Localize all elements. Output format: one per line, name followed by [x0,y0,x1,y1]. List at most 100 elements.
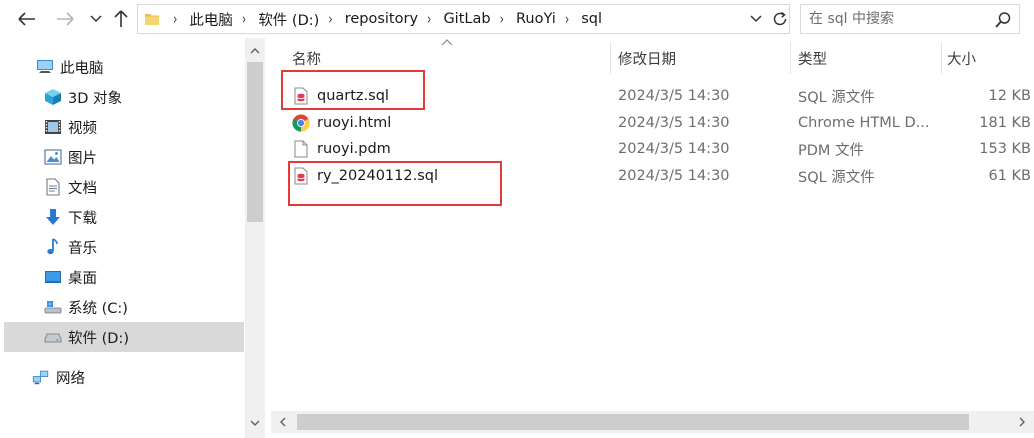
file-row[interactable]: ruoyi.pdm 2024/3/5 14:30 PDM 文件 153 KB [285,136,1034,162]
sort-ascending-icon [441,39,453,46]
file-row[interactable]: ruoyi.html 2024/3/5 14:30 Chrome HTML D.… [285,110,1034,136]
file-name-cell: ruoyi.pdm [291,136,591,162]
network-icon [32,368,50,386]
scrollbar-thumb[interactable] [247,62,263,222]
file-name-cell: quartz.sql [291,83,591,109]
column-divider[interactable] [790,42,791,74]
file-size: 181 KB [979,115,1031,131]
folder-icon [145,14,159,25]
address-dropdown-button[interactable] [749,12,763,26]
nav-item-label: 视频 [68,120,97,137]
nav-item-label: 桌面 [68,270,97,287]
column-header-name[interactable]: 名称 [292,46,321,70]
pictures-icon [44,148,62,166]
nav-item-music[interactable]: 音乐 [4,232,244,262]
file-type: SQL 源文件 [798,169,875,186]
3d-objects-icon [44,88,62,106]
column-header-modified[interactable]: 修改日期 [618,46,676,70]
address-bar[interactable]: › 此电脑 › 软件 (D:) › repository › GitLab › … [137,4,790,34]
nav-item-documents[interactable]: 文档 [4,172,244,202]
file-row[interactable]: ry_20240112.sql 2024/3/5 14:30 SQL 源文件 6… [285,163,1034,189]
video-icon [44,118,62,136]
breadcrumb-separator[interactable]: › [500,10,504,28]
chevron-down-icon [750,15,762,23]
sql-file-icon [291,166,311,186]
forward-button[interactable] [54,8,76,30]
up-button[interactable] [110,8,132,30]
breadcrumb: › 此电脑 › 软件 (D:) › repository › GitLab › … [164,5,602,33]
nav-vertical-scrollbar[interactable] [245,38,265,438]
breadcrumb-separator[interactable]: › [328,10,332,28]
nav-item-label: 软件 (D:) [68,330,129,347]
arrow-up-icon [114,10,128,27]
nav-item-label: 下载 [68,210,97,227]
chevron-left-icon [280,417,286,427]
breadcrumb-separator[interactable]: › [565,10,569,28]
file-type: Chrome HTML D... [798,115,930,131]
file-type: SQL 源文件 [798,89,875,106]
nav-item-3d-objects[interactable]: 3D 对象 [4,82,244,112]
file-name-cell: ry_20240112.sql [291,163,591,189]
file-type: PDM 文件 [798,142,865,159]
nav-item-desktop[interactable]: 桌面 [4,262,244,292]
scroll-left-button[interactable] [276,415,290,429]
scroll-up-button[interactable] [248,44,262,58]
file-size: 61 KB [988,168,1031,184]
breadcrumb-repository[interactable]: repository [345,11,418,27]
nav-item-label: 音乐 [68,240,97,257]
file-modified: 2024/3/5 14:30 [618,141,730,157]
column-divider[interactable] [941,42,942,74]
breadcrumb-sql[interactable]: sql [581,11,602,27]
blank-file-icon [291,139,311,159]
nav-item-label: 网络 [56,370,85,387]
file-size: 12 KB [988,88,1031,104]
scrollbar-thumb[interactable] [297,414,969,430]
nav-item-videos[interactable]: 视频 [4,112,244,142]
file-row[interactable]: quartz.sql 2024/3/5 14:30 SQL 源文件 12 KB [285,83,1034,109]
nav-item-pictures[interactable]: 图片 [4,142,244,172]
breadcrumb-this-pc[interactable]: 此电脑 [189,9,233,30]
column-header-size[interactable]: 大小 [947,46,976,70]
nav-item-network[interactable]: 网络 [4,362,244,392]
refresh-icon [773,11,787,26]
arrow-left-icon [18,12,35,26]
search-input[interactable] [809,5,989,33]
file-modified: 2024/3/5 14:30 [618,168,730,184]
chevron-right-icon [1019,417,1025,427]
nav-item-this-pc[interactable]: 此电脑 [4,52,244,82]
back-button[interactable] [16,8,38,30]
music-icon [44,238,62,256]
file-name: quartz.sql [317,88,389,104]
scroll-down-button[interactable] [248,416,262,430]
scroll-right-button[interactable] [1015,415,1029,429]
refresh-button[interactable] [770,9,790,29]
chevron-down-icon [90,15,102,23]
file-list-pane: 名称 修改日期 类型 大小 quartz.sql 2024/3/5 14:30 … [265,38,1034,438]
navigation-pane: 此电脑 3D 对象 视频 图片 文档 下载 音乐 桌面 系统 (C:) 软件 (… [0,38,265,438]
system-drive-icon [44,298,62,316]
breadcrumb-drive-d[interactable]: 软件 (D:) [258,9,319,30]
arrow-right-icon [57,12,74,26]
nav-item-downloads[interactable]: 下载 [4,202,244,232]
file-list-horizontal-scrollbar[interactable] [271,411,1034,433]
breadcrumb-separator[interactable]: › [242,10,246,28]
nav-item-software-drive[interactable]: 软件 (D:) [4,322,244,352]
breadcrumb-ruoyi[interactable]: RuoYi [516,11,556,27]
search-box[interactable] [800,4,1020,34]
column-header-type[interactable]: 类型 [798,46,827,70]
drive-icon [44,328,62,346]
search-icon[interactable] [994,11,1012,29]
column-divider[interactable] [610,42,611,74]
recent-locations-button[interactable] [85,8,107,30]
address-toolbar: › 此电脑 › 软件 (D:) › repository › GitLab › … [0,0,1034,38]
breadcrumb-separator[interactable]: › [427,10,431,28]
nav-item-label: 此电脑 [60,60,104,77]
chevron-up-icon [250,48,260,54]
file-modified: 2024/3/5 14:30 [618,115,730,131]
nav-item-system-drive[interactable]: 系统 (C:) [4,292,244,322]
download-icon [44,208,62,226]
breadcrumb-separator: › [173,10,178,28]
documents-icon [44,178,62,196]
breadcrumb-gitlab[interactable]: GitLab [443,11,490,27]
sql-file-icon [291,86,311,106]
